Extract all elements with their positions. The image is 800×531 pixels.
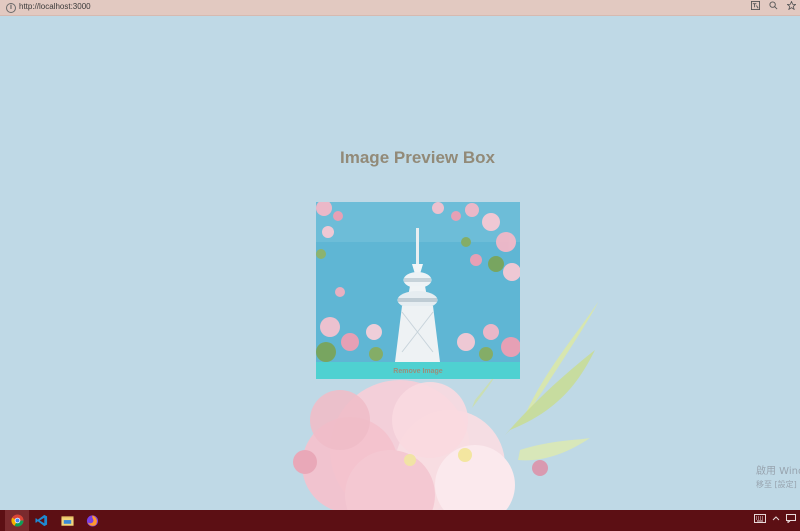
translate-icon[interactable]: [750, 1, 760, 12]
screen: i http://localhost:3000 Image Preview Bo…: [0, 0, 800, 531]
vscode-icon[interactable]: [29, 510, 53, 531]
page-title: Image Preview Box: [340, 148, 495, 167]
watermark-line-1: 啟用 Windows: [756, 466, 800, 477]
windows-activation-watermark: 啟用 Windows 移至 [設定] 以啟用: [756, 462, 800, 490]
tower-photo: [316, 202, 520, 362]
browser-address-bar: i http://localhost:3000: [0, 0, 800, 16]
chrome-icon[interactable]: [5, 510, 29, 531]
bookmark-star-icon[interactable]: [785, 0, 797, 12]
taskbar: [0, 510, 800, 531]
site-info-icon[interactable]: i: [6, 3, 16, 13]
watermark-line-2: 移至 [設定] 以啟用: [756, 480, 800, 489]
system-tray: [754, 514, 796, 525]
notification-icon[interactable]: [786, 514, 796, 525]
remove-image-button[interactable]: Remove Image: [316, 362, 520, 379]
keyboard-icon[interactable]: [754, 514, 766, 525]
chevron-up-icon[interactable]: [772, 514, 780, 525]
url-field[interactable]: http://localhost:3000: [19, 2, 91, 11]
browser-actions: [750, 0, 797, 12]
file-explorer-icon[interactable]: [55, 510, 79, 531]
zoom-icon[interactable]: [768, 1, 778, 12]
firefox-icon[interactable]: [80, 510, 104, 531]
image-preview: [316, 202, 520, 362]
